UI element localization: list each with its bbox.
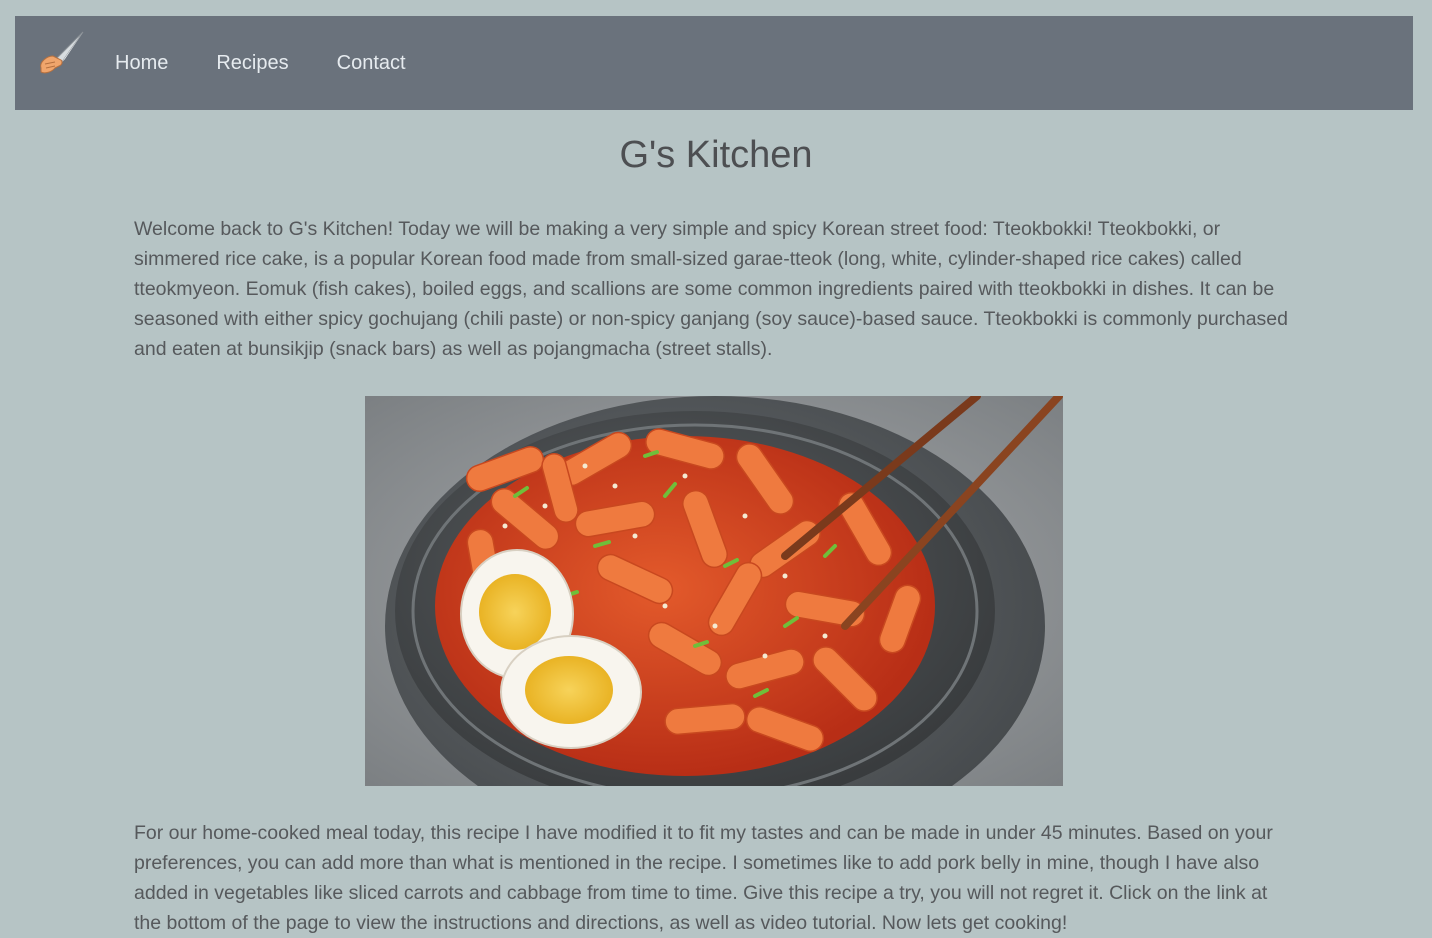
tteokbokki-photo — [365, 396, 1063, 786]
chef-knife-icon[interactable] — [35, 28, 87, 80]
intro-paragraph: Welcome back to G's Kitchen! Today we wi… — [134, 218, 1288, 360]
navbar: Home Recipes Contact — [15, 16, 1413, 110]
body-paragraph: For our home-cooked meal today, this rec… — [134, 822, 1273, 934]
nav-links: Home Recipes Contact — [115, 16, 454, 110]
nav-link-home[interactable]: Home — [115, 52, 168, 75]
page-title: G's Kitchen — [619, 134, 813, 176]
nav-link-contact[interactable]: Contact — [337, 52, 406, 75]
nav-link-recipes[interactable]: Recipes — [216, 52, 288, 75]
